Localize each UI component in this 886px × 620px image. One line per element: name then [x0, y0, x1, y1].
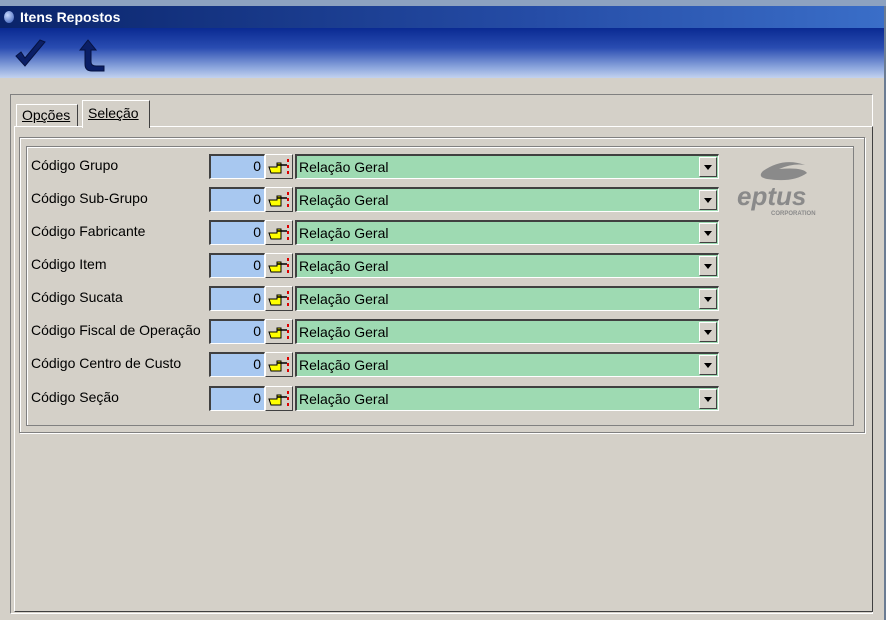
- row-codigo-grupo: Código Grupo 0 Relação Geral: [27, 154, 727, 180]
- combo-value: Relação Geral: [299, 324, 389, 340]
- codigo-secao-lookup-button[interactable]: [265, 386, 293, 411]
- checkmark-icon: [15, 39, 46, 67]
- client-area: Opções Seleção Código Grupo 0 Relação Ge: [0, 78, 884, 620]
- pointing-hand-icon: [268, 291, 289, 306]
- codigo-fabricante-lookup-button[interactable]: [265, 220, 293, 245]
- return-button[interactable]: [70, 38, 110, 72]
- logo-subtext: CORPORATION: [771, 211, 816, 217]
- chevron-down-icon: [704, 297, 712, 302]
- row-codigo-fiscal-operacao: Código Fiscal de Operação 0 Relação Gera…: [27, 319, 727, 345]
- dropdown-button[interactable]: [699, 389, 717, 409]
- tab-opcoes-label: Opções: [22, 107, 71, 123]
- row-codigo-fabricante: Código Fabricante 0 Relação Geral: [27, 220, 727, 246]
- combo-value: Relação Geral: [299, 391, 389, 407]
- codigo-fabricante-combo[interactable]: Relação Geral: [295, 220, 719, 245]
- field-label: Código Fabricante: [31, 223, 146, 239]
- confirm-button[interactable]: [12, 38, 52, 72]
- codigo-sub-grupo-lookup-button[interactable]: [265, 187, 293, 212]
- selection-group: Código Grupo 0 Relação Geral Código Sub-…: [19, 137, 865, 433]
- field-label: Código Seção: [31, 389, 119, 405]
- codigo-sub-grupo-input[interactable]: 0: [209, 187, 265, 212]
- codigo-grupo-input[interactable]: 0: [209, 154, 265, 179]
- chevron-down-icon: [704, 198, 712, 203]
- combo-value: Relação Geral: [299, 291, 389, 307]
- pointing-hand-icon: [268, 258, 289, 273]
- field-label: Código Sub-Grupo: [31, 190, 148, 206]
- logo-text: eptus: [737, 181, 806, 211]
- field-label: Código Centro de Custo: [31, 355, 182, 371]
- dropdown-button[interactable]: [699, 355, 717, 375]
- codigo-secao-input[interactable]: 0: [209, 386, 265, 411]
- pointing-hand-icon: [268, 192, 289, 207]
- pointing-hand-icon: [268, 225, 289, 240]
- row-codigo-secao: Código Seção 0 Relação Geral: [27, 386, 727, 412]
- chevron-down-icon: [704, 363, 712, 368]
- chevron-down-icon: [704, 165, 712, 170]
- dropdown-button[interactable]: [699, 157, 717, 177]
- dropdown-button[interactable]: [699, 223, 717, 243]
- return-arrow-icon: [78, 39, 105, 72]
- pointing-hand-icon: [268, 357, 289, 372]
- codigo-centro-custo-combo[interactable]: Relação Geral: [295, 352, 719, 377]
- chevron-down-icon: [704, 264, 712, 269]
- field-label: Código Fiscal de Operação: [31, 322, 201, 338]
- codigo-fiscal-operacao-combo[interactable]: Relação Geral: [295, 319, 719, 344]
- pointing-hand-icon: [268, 324, 289, 339]
- codigo-secao-combo[interactable]: Relação Geral: [295, 386, 719, 411]
- field-label: Código Grupo: [31, 157, 119, 173]
- window: Itens Repostos Opções Seleção Código Gru…: [0, 0, 886, 620]
- window-icon[interactable]: [4, 11, 14, 23]
- dropdown-button[interactable]: [699, 289, 717, 309]
- chevron-down-icon: [704, 330, 712, 335]
- chevron-down-icon: [704, 397, 712, 402]
- pointing-hand-icon: [268, 159, 289, 174]
- combo-value: Relação Geral: [299, 258, 389, 274]
- row-codigo-centro-custo: Código Centro de Custo 0 Relação Geral: [27, 352, 727, 378]
- codigo-sucata-combo[interactable]: Relação Geral: [295, 286, 719, 311]
- tab-selecao-label: Seleção: [88, 105, 139, 121]
- row-codigo-sucata: Código Sucata 0 Relação Geral: [27, 286, 727, 312]
- codigo-fiscal-operacao-input[interactable]: 0: [209, 319, 265, 344]
- tab-selecao[interactable]: Seleção: [82, 100, 150, 128]
- field-label: Código Sucata: [31, 289, 123, 305]
- window-title: Itens Repostos: [20, 9, 121, 25]
- codigo-sucata-lookup-button[interactable]: [265, 286, 293, 311]
- dropdown-button[interactable]: [699, 322, 717, 342]
- dropdown-button[interactable]: [699, 256, 717, 276]
- codigo-fiscal-operacao-lookup-button[interactable]: [265, 319, 293, 344]
- eptus-logo: eptus CORPORATION: [737, 162, 816, 217]
- title-bar[interactable]: Itens Repostos: [0, 6, 884, 28]
- combo-value: Relação Geral: [299, 357, 389, 373]
- codigo-item-input[interactable]: 0: [209, 253, 265, 278]
- codigo-centro-custo-lookup-button[interactable]: [265, 352, 293, 377]
- row-codigo-item: Código Item 0 Relação Geral: [27, 253, 727, 279]
- dropdown-button[interactable]: [699, 190, 717, 210]
- combo-value: Relação Geral: [299, 159, 389, 175]
- tab-opcoes[interactable]: Opções: [16, 104, 78, 126]
- field-label: Código Item: [31, 256, 107, 272]
- toolbar: [0, 28, 884, 78]
- codigo-sucata-input[interactable]: 0: [209, 286, 265, 311]
- codigo-fabricante-input[interactable]: 0: [209, 220, 265, 245]
- pointing-hand-icon: [268, 391, 289, 406]
- codigo-centro-custo-input[interactable]: 0: [209, 352, 265, 377]
- tab-panel-selecao: Código Grupo 0 Relação Geral Código Sub-…: [14, 126, 873, 612]
- chevron-down-icon: [704, 231, 712, 236]
- combo-value: Relação Geral: [299, 192, 389, 208]
- codigo-grupo-combo[interactable]: Relação Geral: [295, 154, 719, 179]
- codigo-grupo-lookup-button[interactable]: [265, 154, 293, 179]
- codigo-item-combo[interactable]: Relação Geral: [295, 253, 719, 278]
- codigo-item-lookup-button[interactable]: [265, 253, 293, 278]
- combo-value: Relação Geral: [299, 225, 389, 241]
- row-codigo-sub-grupo: Código Sub-Grupo 0 Relação Geral: [27, 187, 727, 213]
- codigo-sub-grupo-combo[interactable]: Relação Geral: [295, 187, 719, 212]
- selection-group-inner: Código Grupo 0 Relação Geral Código Sub-…: [26, 146, 854, 426]
